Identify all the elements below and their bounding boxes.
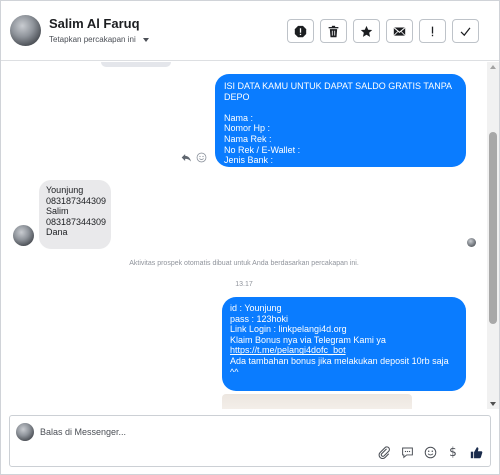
payment-icon: $ — [449, 445, 457, 459]
spam-icon — [294, 25, 307, 37]
telegram-link[interactable]: https://t.me/pelangi4dofc_bot — [230, 345, 346, 355]
attach-icon — [378, 445, 390, 459]
sender-avatar — [13, 225, 34, 246]
reply-input[interactable]: Balas di Messenger... — [40, 427, 126, 437]
outgoing-message[interactable]: id : Younjung pass : 123hoki Link Login … — [222, 297, 466, 391]
mark-unread-icon — [393, 26, 406, 36]
star-button[interactable] — [353, 19, 380, 43]
conversation-toolbar — [287, 19, 479, 43]
attach-button[interactable] — [377, 445, 391, 459]
message-thread[interactable]: ISI DATA KAMU UNTUK DAPAT SALDO GRATIS T… — [1, 62, 487, 409]
star-icon — [360, 25, 373, 37]
assign-conversation-label: Tetapkan percakapan ini — [49, 35, 136, 44]
follow-up-icon — [431, 26, 434, 36]
emoji-icon — [424, 446, 436, 458]
message-footer-text: Ada tambahan bonus jika melakukan deposi… — [230, 355, 449, 377]
done-icon — [460, 26, 471, 36]
follow-up-button[interactable] — [419, 19, 446, 43]
scroll-thumb[interactable] — [489, 132, 497, 324]
image-attachment[interactable] — [222, 394, 412, 409]
scroll-down-arrow-icon[interactable] — [490, 402, 496, 406]
seen-indicator — [467, 238, 476, 247]
message-timestamp: 13.17 — [235, 281, 253, 288]
reply-icon[interactable] — [181, 152, 192, 163]
payment-button[interactable]: $ — [446, 445, 460, 459]
mark-unread-button[interactable] — [386, 19, 413, 43]
done-button[interactable] — [452, 19, 479, 43]
spam-button[interactable] — [287, 19, 314, 43]
emoji-button[interactable] — [423, 445, 437, 459]
scroll-up-arrow-icon[interactable] — [490, 65, 496, 69]
message-actions — [181, 152, 207, 163]
incoming-message[interactable]: Younjung 083187344309 Salim 083187344309… — [39, 180, 111, 249]
contact-name[interactable]: Salim Al Faruq — [49, 16, 140, 31]
thread-scrollbar[interactable] — [487, 62, 499, 409]
outgoing-message[interactable]: ISI DATA KAMU UNTUK DAPAT SALDO GRATIS T… — [215, 74, 466, 167]
saved-replies-icon — [401, 447, 413, 458]
conversation-panel: Salim Al Faruq Tetapkan percakapan ini I… — [0, 0, 500, 475]
message-composer[interactable]: Balas di Messenger... $ — [9, 415, 491, 467]
previous-message-edge — [101, 62, 171, 67]
delete-button[interactable] — [320, 19, 347, 43]
avatar[interactable] — [10, 15, 41, 46]
composer-actions: $ — [377, 445, 483, 459]
like-button[interactable] — [469, 445, 483, 459]
conversation-header: Salim Al Faruq Tetapkan percakapan ini — [1, 1, 499, 61]
page-avatar — [16, 423, 34, 441]
trash-icon — [328, 25, 339, 37]
system-note: Aktivitas prospek otomatis dibuat untuk … — [129, 260, 359, 267]
assign-conversation-dropdown[interactable]: Tetapkan percakapan ini — [49, 35, 149, 44]
react-emoji-icon[interactable] — [196, 152, 207, 163]
saved-replies-button[interactable] — [400, 445, 414, 459]
message-text: id : Younjung pass : 123hoki Link Login … — [230, 303, 386, 345]
like-icon — [470, 446, 482, 458]
chevron-down-icon — [142, 37, 149, 42]
